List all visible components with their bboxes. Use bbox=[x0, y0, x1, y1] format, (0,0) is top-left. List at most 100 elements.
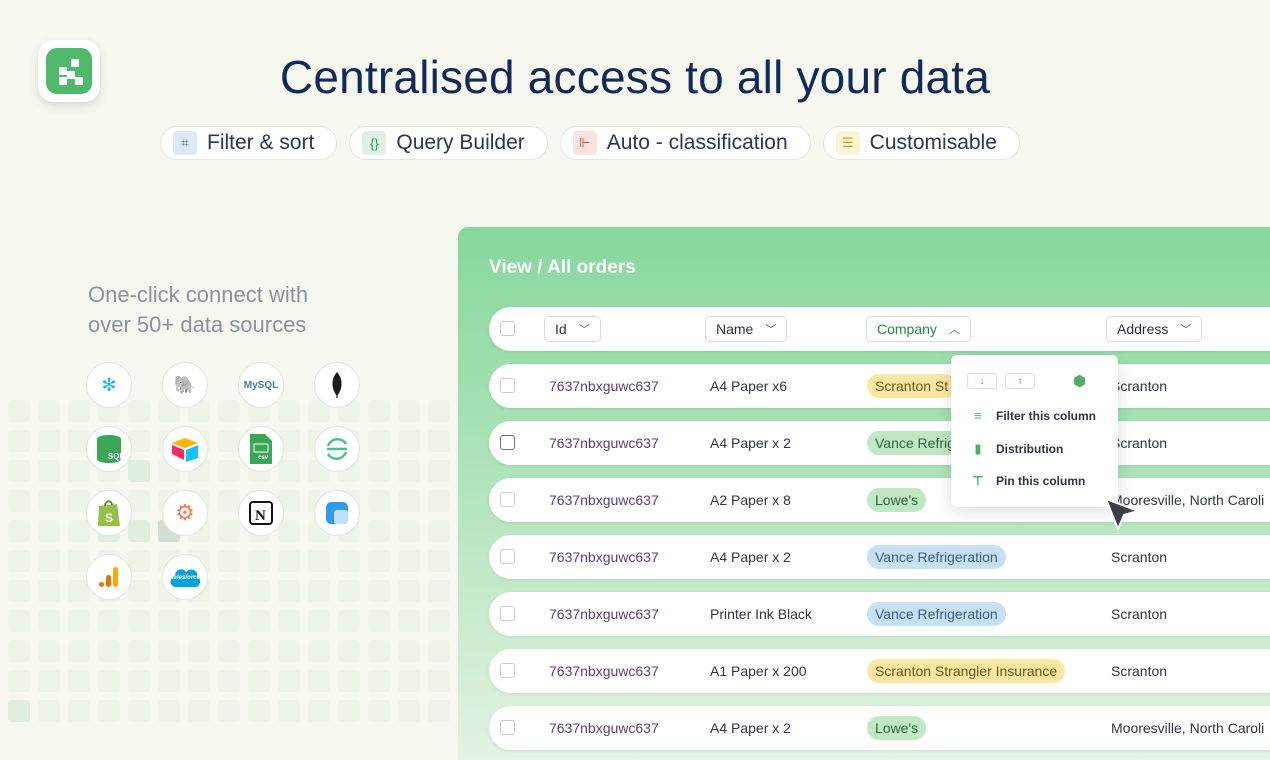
column-company-header[interactable]: Company ︿ bbox=[866, 316, 971, 342]
grid-cell bbox=[308, 700, 330, 722]
grid-cell bbox=[38, 460, 60, 482]
grid-cell bbox=[38, 400, 60, 422]
feature-pills: ⌗ Filter & sort {} Query Builder ⊩ Auto … bbox=[160, 126, 1020, 160]
cell-name: A4 Paper x 2 bbox=[710, 435, 791, 451]
table-row[interactable]: 7637nbxguwc637 A4 Paper x 2 Vance Refrig Sc… bbox=[489, 421, 1270, 465]
mysql-icon[interactable]: MySQL bbox=[238, 362, 284, 408]
bar-chart-icon: ▮ bbox=[974, 441, 982, 456]
grid-cell bbox=[218, 640, 240, 662]
grid-cell bbox=[398, 700, 420, 722]
grid-cell bbox=[428, 430, 450, 452]
grid-cell bbox=[8, 550, 30, 572]
table-row[interactable]: 7637nbxguwc637 A4 Paper x6 Scranton St Scra… bbox=[489, 364, 1270, 408]
sort-ascending-button[interactable]: ↑ bbox=[1005, 373, 1035, 389]
table-row[interactable]: 7637nbxguwc637 Printer Ink Black Vance Ref… bbox=[489, 592, 1270, 636]
sql-database-icon[interactable]: SQL bbox=[86, 426, 132, 472]
menu-label: Filter this column bbox=[996, 408, 1097, 423]
grid-cell bbox=[158, 670, 180, 692]
grid-cell bbox=[398, 460, 420, 482]
grid-cell bbox=[158, 700, 180, 722]
page-headline: Centralised access to all your data bbox=[279, 51, 991, 103]
menu-item-distribution[interactable]: ▮ Distribution bbox=[971, 441, 1063, 457]
table-row[interactable]: 7637nbxguwc637 A4 Paper x 2 Vance Refriger… bbox=[489, 535, 1270, 579]
grid-cell bbox=[38, 550, 60, 572]
airtable-icon[interactable] bbox=[162, 426, 208, 472]
company-tag: Lowe's bbox=[867, 716, 927, 740]
cell-address: Mooresville, North Caroli bbox=[1111, 720, 1265, 736]
select-all-checkbox[interactable] bbox=[500, 321, 515, 336]
orders-panel: View / All orders Id ﹀ Name ﹀ Company ︿ … bbox=[458, 227, 1270, 760]
row-checkbox[interactable] bbox=[500, 435, 515, 450]
grid-cell bbox=[68, 640, 90, 662]
pipedrive-icon[interactable] bbox=[314, 490, 360, 536]
grid-cell bbox=[218, 670, 240, 692]
csv-file-icon[interactable]: csv bbox=[238, 426, 284, 472]
grid-cell bbox=[38, 580, 60, 602]
grid-cell bbox=[368, 610, 390, 632]
row-checkbox[interactable] bbox=[500, 492, 515, 507]
cell-id: 7637nbxguwc637 bbox=[549, 720, 659, 736]
connect-line-1: One-click connect with bbox=[88, 282, 309, 307]
grid-cell bbox=[308, 670, 330, 692]
gear-icon[interactable]: ⬢ bbox=[1073, 372, 1086, 390]
mongodb-icon[interactable] bbox=[314, 362, 360, 408]
company-tag: Vance Refrigeration bbox=[867, 602, 1006, 626]
feature-pill-customisable: ☰ Customisable bbox=[822, 126, 1020, 160]
hubspot-icon[interactable]: ⚙ bbox=[162, 490, 208, 536]
cell-name: A4 Paper x 2 bbox=[710, 549, 791, 565]
menu-label: Pin this column bbox=[996, 474, 1086, 488]
snowflake-icon[interactable]: ✻ bbox=[86, 362, 132, 408]
cell-id: 7637nbxguwc637 bbox=[549, 435, 659, 451]
menu-item-pin[interactable]: ⊤ Pin this column bbox=[971, 473, 1085, 489]
notion-icon[interactable]: N bbox=[238, 490, 284, 536]
grid-cell bbox=[128, 700, 150, 722]
grid-cell bbox=[38, 430, 60, 452]
cell-address: Scranton bbox=[1111, 606, 1168, 622]
company-tag: Scranton St bbox=[867, 374, 957, 398]
salesforce-icon[interactable]: salesforce bbox=[162, 554, 208, 600]
grid-cell bbox=[8, 490, 30, 512]
row-checkbox[interactable] bbox=[500, 606, 515, 621]
grid-cell bbox=[98, 670, 120, 692]
company-tag: Vance Refrigeration bbox=[867, 545, 1006, 569]
grid-cell bbox=[398, 520, 420, 542]
grid-cell bbox=[368, 580, 390, 602]
column-id-header[interactable]: Id ﹀ bbox=[544, 316, 601, 342]
table-row[interactable]: 7637nbxguwc637 A1 Paper x 200 Scranton Str… bbox=[489, 649, 1270, 693]
grid-cell bbox=[278, 700, 300, 722]
svg-text:S: S bbox=[105, 511, 113, 525]
cell-id: 7637nbxguwc637 bbox=[549, 492, 659, 508]
google-analytics-icon[interactable] bbox=[86, 554, 132, 600]
grid-cell bbox=[188, 700, 210, 722]
shopify-bag-shape: S bbox=[98, 500, 120, 526]
chevron-down-icon: ﹀ bbox=[765, 324, 777, 336]
column-name-header[interactable]: Name ﹀ bbox=[705, 316, 788, 342]
grid-cell bbox=[368, 430, 390, 452]
grid-cell bbox=[248, 610, 270, 632]
segment-icon[interactable] bbox=[314, 426, 360, 472]
menu-item-filter[interactable]: ≡ Filter this column bbox=[971, 408, 1096, 423]
table-row[interactable]: 7637nbxguwc637 A4 Paper x 2 Lowe's Mooresvi… bbox=[489, 706, 1270, 750]
grid-cell bbox=[338, 700, 360, 722]
grid-cell bbox=[278, 610, 300, 632]
company-tag: Vance Refrig bbox=[867, 431, 963, 455]
column-address-header[interactable]: Address ﹀ bbox=[1106, 316, 1203, 342]
connect-line-2: over 50+ data sources bbox=[88, 312, 307, 337]
row-checkbox[interactable] bbox=[500, 663, 515, 678]
grid-cell bbox=[338, 640, 360, 662]
column-options-dropdown: ↓ ↑ ⬢ ≡ Filter this column ▮ Distributio… bbox=[951, 355, 1118, 507]
data-sources-grid: ✻ 🐘 MySQL SQL csv S ⚙ N salesforce bbox=[86, 362, 360, 600]
grid-cell bbox=[368, 520, 390, 542]
table-row[interactable]: 7637nbxguwc637 A2 Paper x 8 Lowe's Mooresvi… bbox=[489, 478, 1270, 522]
row-checkbox[interactable] bbox=[500, 549, 515, 564]
grid-cell bbox=[428, 610, 450, 632]
grid-cell bbox=[398, 580, 420, 602]
grid-cell bbox=[398, 610, 420, 632]
grid-cell bbox=[38, 520, 60, 542]
postgresql-icon[interactable]: 🐘 bbox=[162, 362, 208, 408]
shopify-icon[interactable]: S bbox=[86, 490, 132, 536]
sort-descending-button[interactable]: ↓ bbox=[967, 373, 997, 389]
row-checkbox[interactable] bbox=[500, 720, 515, 735]
grid-cell bbox=[38, 700, 60, 722]
row-checkbox[interactable] bbox=[500, 378, 515, 393]
